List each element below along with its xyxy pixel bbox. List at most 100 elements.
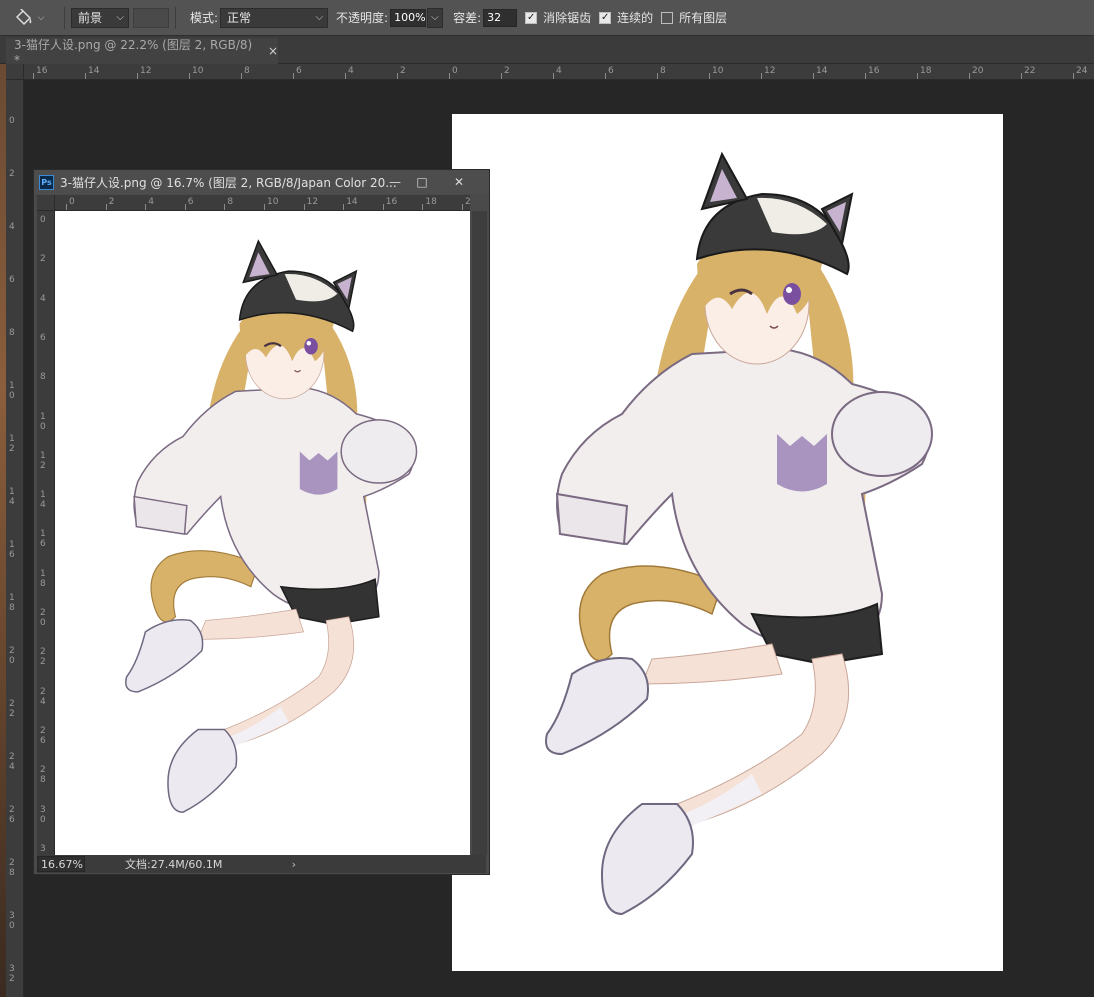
ruler-tick	[293, 73, 294, 79]
all-layers-checkbox[interactable]	[661, 11, 674, 24]
horizontal-ruler[interactable]: 16 14 12 10 8 6 4 2 0 2 4 6 8 10 12 14 16 18 20 22 24	[24, 64, 1094, 80]
opacity-slider-toggle[interactable]: ⌵	[427, 7, 444, 28]
opacity-input[interactable]: 100%	[390, 8, 427, 27]
mode-dropdown[interactable]: 正常 ⌵	[220, 7, 329, 28]
ruler-tick	[66, 204, 67, 210]
chevron-down-icon: ⌵	[37, 12, 45, 23]
tail	[578, 565, 723, 662]
fill-source-dropdown[interactable]: 前景 ⌵	[71, 7, 129, 28]
ruler-tick-label: 2 4	[40, 686, 46, 707]
ruler-tick-label: 18	[920, 66, 932, 76]
floating-window-title: 3-猫仔人设.png @ 16.7% (图层 2, RGB/8/Japan Co…	[60, 175, 397, 190]
horizontal-ruler[interactable]: 0 2 4 6 8 10 12 14 16 18 20	[55, 195, 470, 211]
ruler-tick-label: 12	[306, 197, 319, 207]
hoodie-cat-patch	[777, 434, 827, 492]
ruler-tick	[813, 73, 814, 79]
minimize-button[interactable]: —	[384, 172, 406, 192]
contiguous-checkbox[interactable]: ✓	[599, 11, 612, 24]
ruler-tick-label: 20	[972, 66, 984, 76]
ruler-tick-label: 1 8	[40, 568, 46, 589]
ruler-tick-label: 4	[9, 222, 15, 232]
document-size-info: 文档:27.4M/60.1M	[125, 858, 223, 871]
tolerance-input[interactable]: 32	[483, 8, 518, 27]
vertical-scrollbar[interactable]	[472, 211, 487, 855]
ruler-tick	[145, 204, 147, 210]
ruler-tick	[264, 204, 265, 210]
ruler-tick	[85, 73, 86, 79]
ruler-tick-label: 14	[816, 66, 828, 76]
ruler-tick	[224, 204, 226, 210]
ruler-tick	[345, 73, 346, 79]
zoom-level-field[interactable]: 16.67%	[37, 856, 85, 872]
ruler-tick	[189, 73, 190, 79]
tool-preset-picker[interactable]: ⌵	[0, 0, 58, 36]
ruler-tick-label: 1 0	[40, 411, 46, 432]
ruler-tick	[105, 204, 107, 210]
paint-bucket-icon	[15, 8, 31, 25]
ruler-tick-label: 8	[227, 197, 234, 207]
chevron-down-icon: ⌵	[315, 12, 324, 23]
floating-window-titlebar[interactable]: Ps 3-猫仔人设.png @ 16.7% (图层 2, RGB/8/Japan…	[34, 170, 489, 194]
ruler-tick-label: 1 2	[40, 450, 46, 471]
ruler-tick-label: 0	[69, 197, 75, 207]
floating-document-window[interactable]: Ps 3-猫仔人设.png @ 16.7% (图层 2, RGB/8/Japan…	[33, 169, 490, 875]
ruler-tick-label: 2 4	[9, 752, 15, 772]
tolerance-label: 容差:	[453, 11, 482, 25]
status-menu-arrow[interactable]: ›	[292, 858, 296, 871]
antialias-checkbox[interactable]: ✓	[525, 11, 538, 24]
ruler-tick-label: 8	[660, 66, 666, 76]
ruler-tick-label: 2 0	[40, 608, 46, 628]
vertical-ruler[interactable]: 0 2 4 6 8 1 0 1 2 1 4 1 6 1 8 2 0 2 2 2 4 2 6 2 8 3 0 3 …	[6, 80, 24, 997]
ruler-tick	[303, 204, 305, 210]
maximize-button[interactable]: □	[411, 172, 433, 192]
ruler-tick-label: 2 2	[40, 647, 46, 668]
mode-value: 正常	[227, 11, 252, 25]
ruler-tick-label: 2	[504, 66, 510, 76]
ruler-tick-label: 3 0	[9, 911, 15, 931]
ruler-tick-label: 2 8	[40, 765, 46, 786]
ruler-tick-label: 10	[192, 66, 204, 76]
ruler-tick	[33, 73, 34, 79]
ruler-tick-label: 2 0	[9, 646, 15, 666]
ruler-tick-label: 20	[465, 197, 470, 207]
ruler-tick-label: 12	[140, 66, 152, 76]
ruler-tick	[137, 73, 138, 79]
document-tab[interactable]: 3-猫仔人设.png @ 22.2% (图层 2, RGB/8) * ×	[6, 38, 278, 67]
ruler-tick-label: 16	[36, 66, 48, 76]
ruler-tick-label: 0	[452, 66, 458, 76]
character-illustration-preview	[124, 239, 418, 814]
ruler-tick-label: 14	[346, 197, 358, 207]
vertical-ruler[interactable]: 0 2 4 6 8 1 0 1 2 1 4 1 6 1 8 2 0 2 2 2 4 2 6 2 8 3 0 3	[37, 211, 55, 855]
ruler-origin[interactable]	[37, 195, 55, 211]
status-bar: 16.67% 文档:27.4M/60.1M ›	[37, 855, 486, 873]
ruler-tick	[605, 73, 606, 79]
ruler-tick-label: 6	[187, 197, 194, 207]
leg-upper	[641, 643, 783, 685]
ruler-tick	[553, 73, 554, 79]
floating-canvas[interactable]	[55, 211, 470, 855]
ruler-tick-label: 10	[267, 197, 279, 207]
ruler-origin[interactable]	[6, 64, 24, 80]
fill-source-value: 前景	[78, 11, 103, 25]
ruler-tick-label: 4	[148, 197, 154, 207]
separator	[64, 6, 65, 29]
ruler-tick-label: 2	[108, 197, 115, 207]
ruler-tick-label: 1 4	[40, 490, 46, 511]
close-button[interactable]: ✕	[448, 172, 470, 192]
ruler-tick	[462, 204, 463, 210]
contiguous-label: 连续的	[617, 11, 654, 25]
close-icon[interactable]: ×	[268, 44, 278, 58]
ruler-tick-label: 12	[764, 66, 776, 76]
character-illustration	[545, 151, 933, 916]
pattern-swatch[interactable]	[133, 7, 169, 28]
ruler-tick-label: 8	[9, 328, 15, 338]
mode-label: 模式:	[190, 11, 219, 25]
ruler-tick-label: 24	[1076, 66, 1088, 76]
ruler-tick-label: 3 0	[40, 804, 46, 825]
sneaker-lower	[600, 803, 694, 916]
ruler-tick-label: 2 2	[9, 699, 15, 719]
main-canvas[interactable]	[452, 114, 1003, 971]
ruler-tick-label: 2	[400, 66, 406, 76]
ruler-tick-label: 2 6	[40, 725, 46, 746]
chevron-down-icon: ⌵	[431, 12, 439, 23]
